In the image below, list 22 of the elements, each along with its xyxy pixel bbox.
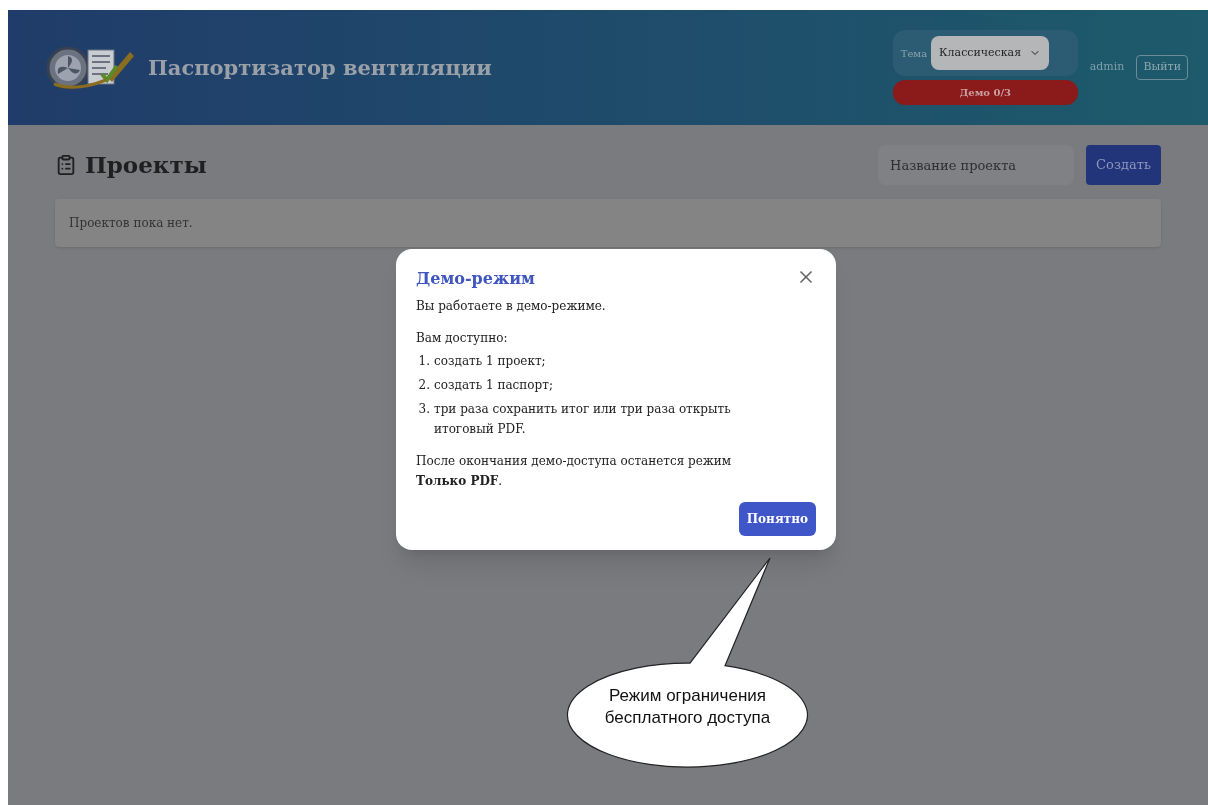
dialog-closing: После окончания демо-доступа останется режим Только PDF. — [416, 452, 733, 491]
list-item-text: создать 1 проект; — [434, 353, 546, 370]
list-number: 2. — [417, 377, 430, 395]
list-number: 3. — [417, 401, 430, 419]
list-item-text: три раза сохранить итог или три раза открыть итоговый PDF. — [434, 401, 732, 438]
page-title: Проекты — [85, 149, 207, 180]
list-heading: Вам доступно: — [416, 330, 509, 347]
dialog-title: Демо-режим — [416, 268, 535, 290]
demo-counter-badge: Демо 0/3 — [892, 80, 1078, 106]
dialog-intro: Вы работаете в демо-режиме. — [416, 298, 607, 315]
ok-button[interactable]: Понятно — [738, 501, 816, 536]
theme-label: Тема — [900, 46, 928, 61]
username: admin — [1089, 59, 1125, 76]
project-name-field[interactable]: Название проекта — [878, 145, 1075, 185]
callout-text: Режим ограничения бесплатного доступа — [603, 685, 772, 730]
app-title: Паспортизатор вентиляции — [148, 53, 492, 82]
empty-message: Проектов пока нет. — [69, 215, 193, 232]
theme-select[interactable]: Классическая — [931, 35, 1050, 71]
list-item-text: создать 1 паспорт; — [434, 377, 553, 395]
create-button[interactable]: Создать — [1086, 145, 1161, 185]
list-number: 1. — [417, 353, 430, 370]
logout-button[interactable]: Выйти — [1136, 55, 1188, 80]
